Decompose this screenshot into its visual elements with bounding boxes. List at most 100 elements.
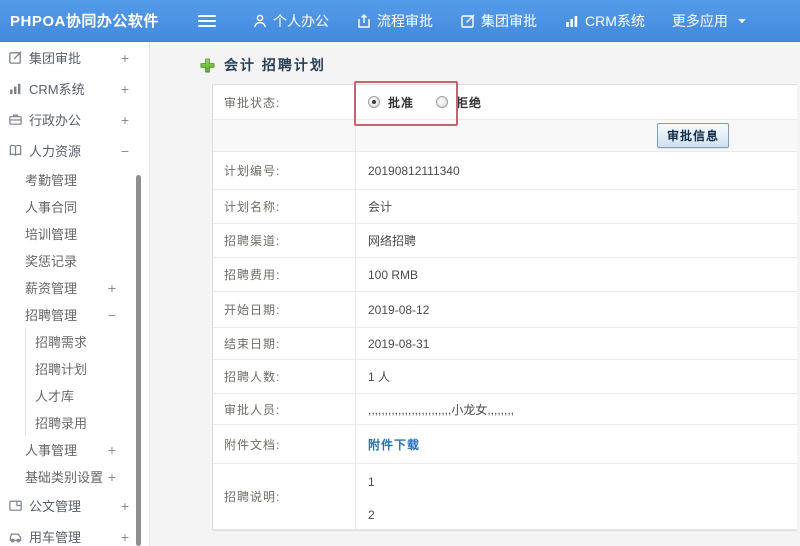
sidebar-item-label: 用车管理 (29, 530, 82, 545)
nav-item-label: CRM系统 (585, 12, 645, 29)
approval-info-button[interactable]: 审批信息 (656, 123, 729, 148)
sidebar: 集团审批 + CRM系统 + 行政办公 + 人力资源 − 考勤管理 人事合同 培训管理 奖惩记录 薪资管… (0, 42, 150, 546)
book-icon (8, 143, 23, 158)
topbar: PHPOA协同办公软件 个人办公 流程审批 集团审批 CRM系统 更多应用 (0, 0, 800, 42)
nav-item-crm-system[interactable]: CRM系统 (564, 11, 645, 31)
sidebar-item-vehicle-management[interactable]: 用车管理 + (0, 521, 149, 546)
sidebar-item-label: 考勤管理 (25, 173, 78, 188)
start-date-label: 开始日期: (213, 292, 356, 327)
sidebar-item-label: 招聘录用 (35, 416, 88, 431)
recruitment-cost-label: 招聘费用: (213, 258, 356, 291)
nav-item-personal-office[interactable]: 个人办公 (252, 11, 329, 31)
plan-title: 会计 招聘计划 (224, 57, 326, 73)
hamburger-menu-icon[interactable] (198, 14, 216, 27)
expand-plus-icon[interactable]: + (121, 113, 129, 127)
radio-label: 拒绝 (456, 95, 483, 110)
recruitment-headcount-value: 1 人 (368, 370, 391, 384)
sidebar-item-recruitment-management[interactable]: 招聘管理 − (0, 301, 149, 328)
field-row-plan-name: 计划名称: 会计 (213, 190, 797, 224)
radio-reject[interactable] (436, 96, 449, 108)
sidebar-item-label: 培训管理 (25, 227, 78, 242)
sidebar-item-crm-system[interactable]: CRM系统 + (0, 73, 149, 104)
sidebar-item-label: 公文管理 (29, 499, 82, 514)
nav-item-label: 个人办公 (273, 12, 329, 29)
expand-plus-icon[interactable]: + (108, 470, 116, 484)
description-line: 2 (368, 508, 375, 522)
attachment-document-label: 附件文档: (213, 425, 356, 463)
sidebar-item-training-management[interactable]: 培训管理 (0, 220, 149, 247)
sidebar-item-label: 奖惩记录 (25, 254, 78, 269)
field-row-recruitment-description: 招聘说明: 1 2 (213, 464, 797, 530)
sidebar-item-talent-pool[interactable]: 人才库 (0, 382, 149, 409)
sidebar-item-recruitment-hiring[interactable]: 招聘录用 (0, 409, 149, 436)
process-icon (356, 13, 372, 29)
sidebar-item-personnel-management[interactable]: 人事管理 + (0, 436, 149, 463)
sidebar-item-recruitment-plan[interactable]: 招聘计划 (0, 355, 149, 382)
field-row-recruitment-cost: 招聘费用: 100 RMB (213, 258, 797, 292)
radio-label: 批准 (388, 95, 415, 110)
sidebar-scrollbar[interactable] (136, 175, 141, 546)
expand-plus-icon[interactable]: + (121, 530, 129, 544)
plan-name-value: 会计 (368, 200, 393, 214)
nav-item-group-approval[interactable]: 集团审批 (460, 11, 537, 31)
approval-button-row: 审批信息 (213, 120, 797, 152)
expand-plus-icon[interactable]: + (121, 82, 129, 96)
expand-plus-icon[interactable]: + (108, 281, 116, 295)
nav-item-label: 集团审批 (481, 12, 537, 29)
sidebar-item-personnel-contract[interactable]: 人事合同 (0, 193, 149, 220)
approval-personnel-value: ,,,,,,,,,,,,,,,,,,,,,,,,,小龙女,,,,,,,, (368, 402, 515, 417)
recruitment-channel-value: 网络招聘 (368, 234, 417, 248)
field-row-recruitment-channel: 招聘渠道: 网络招聘 (213, 224, 797, 258)
sidebar-item-human-resources[interactable]: 人力资源 − (0, 135, 149, 166)
sidebar-item-label: 人事合同 (25, 200, 78, 215)
sidebar-item-group-approval[interactable]: 集团审批 + (0, 42, 149, 73)
nav-item-label: 更多应用 (671, 12, 728, 29)
document-icon (8, 498, 23, 513)
sidebar-item-label: 招聘计划 (35, 362, 88, 377)
nav-item-process-approval[interactable]: 流程审批 (356, 11, 433, 31)
recruitment-headcount-label: 招聘人数: (213, 360, 356, 393)
app-logo: PHPOA协同办公软件 (10, 13, 159, 30)
sidebar-item-recruitment-demand[interactable]: 招聘需求 (0, 328, 149, 355)
field-row-start-date: 开始日期: 2019-08-12 (213, 292, 797, 328)
collapse-minus-icon[interactable]: − (108, 308, 116, 322)
attachment-document-value: 附件下载 (356, 425, 797, 463)
main-content: 会计 招聘计划 审批状态: 批准 拒绝 审批信息 计划编号: 20190812111… (150, 42, 800, 546)
expand-plus-icon[interactable]: + (121, 499, 129, 513)
end-date-label: 结束日期: (213, 328, 356, 359)
car-icon (8, 529, 23, 544)
plan-number-label: 计划编号: (213, 152, 356, 189)
sidebar-item-label: 人才库 (35, 389, 75, 404)
sidebar-item-label: 行政办公 (29, 113, 82, 128)
page: PHPOA协同办公软件 个人办公 流程审批 集团审批 CRM系统 更多应用 集团审批 + C… (0, 0, 800, 546)
chart-icon (564, 13, 580, 29)
sidebar-item-reward-punish-records[interactable]: 奖惩记录 (0, 247, 149, 274)
sidebar-item-admin-office[interactable]: 行政办公 + (0, 104, 149, 135)
approval-status-row: 审批状态: 批准 拒绝 (213, 85, 797, 120)
sidebar-item-basic-category-settings[interactable]: 基础类别设置 + (0, 463, 149, 490)
briefcase-icon (8, 112, 23, 127)
field-row-end-date: 结束日期: 2019-08-31 (213, 328, 797, 360)
radio-approve[interactable] (368, 96, 380, 108)
attachment-download-link[interactable]: 附件下载 (368, 436, 420, 453)
approval-status-label: 审批状态: (213, 85, 356, 119)
sidebar-item-label: 集团审批 (29, 51, 82, 66)
sidebar-item-document-management[interactable]: 公文管理 + (0, 490, 149, 521)
expand-plus-icon[interactable]: + (121, 51, 129, 65)
field-row-attachment-document: 附件文档: 附件下载 (213, 425, 797, 464)
sidebar-item-label: 薪资管理 (25, 281, 78, 296)
collapse-minus-icon[interactable]: − (121, 144, 129, 158)
description-line: 1 (368, 475, 375, 489)
sidebar-item-salary-management[interactable]: 薪资管理 + (0, 274, 149, 301)
plan-number-value: 20190812111340 (368, 163, 460, 178)
expand-plus-icon[interactable]: + (108, 443, 116, 457)
end-date-value: 2019-08-31 (368, 336, 430, 351)
page-title: 会计 招聘计划 (200, 55, 326, 75)
edit-icon (460, 13, 476, 29)
approval-status-radio-group: 批准 拒绝 (368, 94, 496, 111)
sidebar-item-attendance-management[interactable]: 考勤管理 (0, 166, 149, 193)
field-row-recruitment-headcount: 招聘人数: 1 人 (213, 360, 797, 394)
detail-form: 审批状态: 批准 拒绝 审批信息 计划编号: 20190812111340 计划名称:… (212, 84, 797, 531)
nav-item-more-apps[interactable]: 更多应用 (672, 11, 748, 31)
recruitment-description-label: 招聘说明: (213, 464, 356, 529)
